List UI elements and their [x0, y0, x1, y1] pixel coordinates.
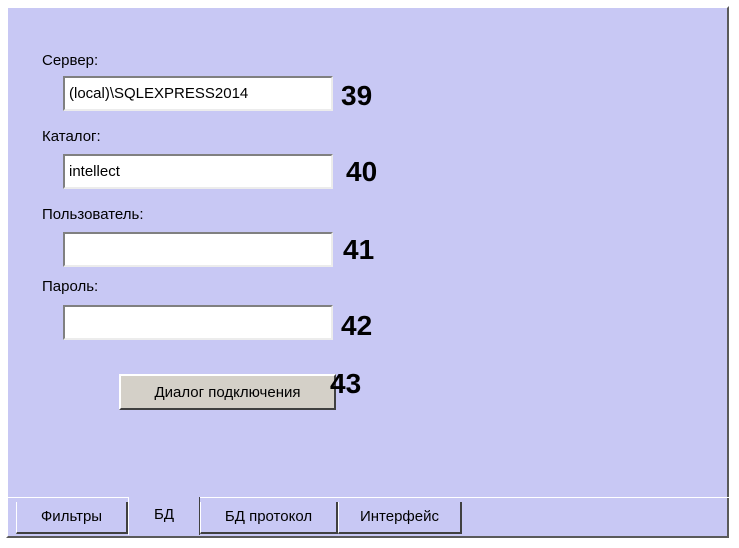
server-label: Сервер: [42, 52, 99, 69]
server-field[interactable] [63, 76, 333, 111]
tab-db-label: БД [153, 506, 174, 523]
user-field[interactable] [63, 232, 333, 267]
tab-filters-label: Фильтры [40, 508, 103, 525]
catalog-label: Каталог: [42, 128, 101, 145]
password-field[interactable] [63, 305, 333, 340]
db-settings-panel: Сервер: 39 Каталог: 40 Пользователь: 41 … [6, 6, 729, 538]
tab-db[interactable]: БД [128, 497, 200, 535]
marker-42: 42 [341, 310, 373, 341]
tab-strip: Фильтры БД БД протокол Интерфейс [6, 497, 729, 538]
tab-interface-label: Интерфейс [359, 508, 439, 525]
marker-39: 39 [341, 80, 373, 111]
password-label: Пароль: [42, 278, 99, 295]
tab-filters[interactable]: Фильтры [16, 502, 128, 534]
connection-dialog-button[interactable]: Диалог подключения [119, 374, 336, 410]
catalog-field[interactable] [63, 154, 333, 189]
marker-43: 43 [330, 368, 362, 399]
tab-db-protocol[interactable]: БД протокол [200, 502, 338, 534]
tab-db-protocol-label: БД протокол [224, 508, 313, 525]
marker-41: 41 [343, 234, 375, 265]
marker-40: 40 [346, 156, 378, 187]
tab-interface[interactable]: Интерфейс [338, 502, 462, 534]
user-label: Пользователь: [42, 206, 144, 223]
